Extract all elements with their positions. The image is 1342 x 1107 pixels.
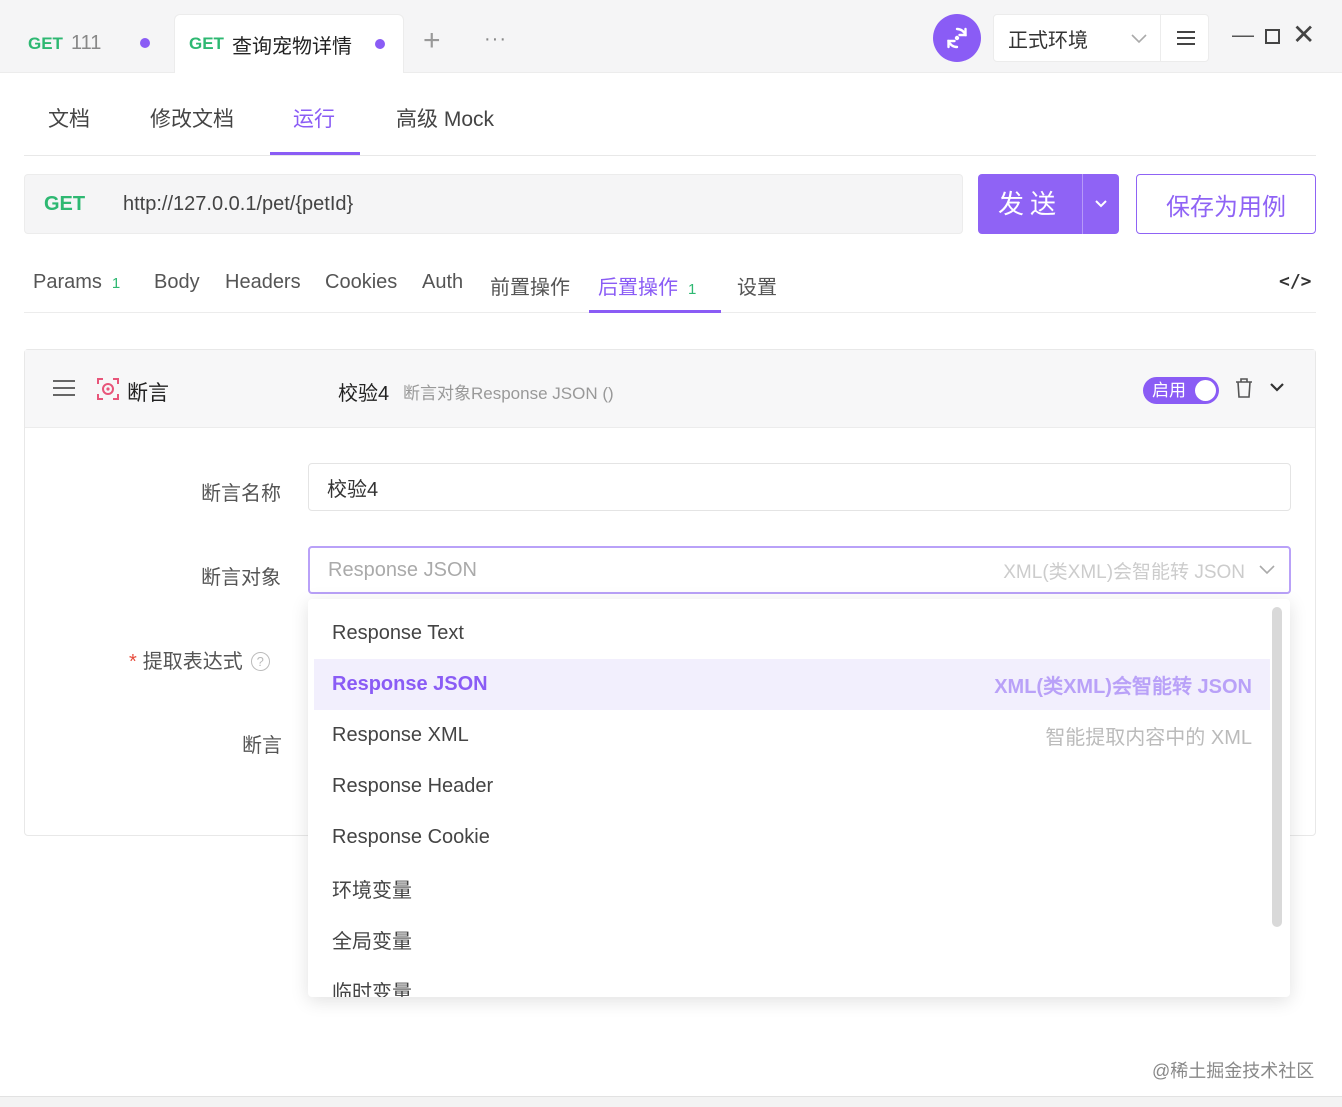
send-label: 发送 <box>978 174 1083 234</box>
assertion-card-header[interactable]: 断言 校验4 断言对象Response JSON () 启用 <box>25 350 1315 428</box>
option-label: Response Cookie <box>332 826 490 848</box>
option-label: 环境变量 <box>332 880 412 902</box>
assertion-name-input[interactable]: 校验4 <box>308 463 1291 511</box>
assertion-target-icon <box>97 378 119 400</box>
assertion-target-hint: XML(类XML)会智能转 JSON <box>1003 561 1245 583</box>
method-select[interactable]: GET <box>44 193 123 216</box>
send-button[interactable]: 发送 <box>978 174 1119 234</box>
doc-sub-tabs: 文档 修改文档 运行 高级 Mock <box>24 73 1316 156</box>
chevron-down-icon <box>1119 28 1159 49</box>
assert-label: 断言 <box>242 735 282 757</box>
active-subtab-indicator <box>270 152 360 155</box>
assertion-target-value: Response JSON <box>328 558 477 581</box>
url-input[interactable]: http://127.0.0.1/pet/{petId} <box>123 193 353 216</box>
assertion-name: 校验4 <box>338 383 390 405</box>
option-label: Response XML <box>332 724 469 746</box>
tab-pre-operations[interactable]: 前置操作 <box>490 271 570 300</box>
tab-title: 查询宠物详情 <box>231 35 352 58</box>
extract-expression-text: 提取表达式 <box>142 651 243 673</box>
required-mark: * <box>129 651 137 673</box>
maximize-icon[interactable] <box>1265 29 1280 44</box>
app-window: GET 111 GET 查询宠物详情 + ··· 正式环境 — ✕ 文档 修改文… <box>0 0 1342 1107</box>
chevron-down-icon[interactable] <box>1269 378 1285 398</box>
assertion-name-value: 校验4 <box>327 478 379 501</box>
subtab-edit-doc[interactable]: 修改文档 <box>150 103 234 133</box>
assertion-target-select[interactable]: Response JSON XML(类XML)会智能转 JSON <box>308 546 1291 594</box>
tab-title: 111 <box>70 32 102 54</box>
tab-params[interactable]: Params 1 <box>33 271 120 294</box>
add-tab-icon[interactable]: + <box>423 26 441 56</box>
dropdown-option[interactable]: 全局变量 <box>314 914 1270 965</box>
toggle-knob <box>1195 380 1216 401</box>
url-bar[interactable]: GET http://127.0.0.1/pet/{petId} <box>24 174 963 234</box>
chevron-down-icon[interactable] <box>1083 195 1119 213</box>
count-badge: 1 <box>111 275 121 292</box>
tab-method: GET <box>28 33 63 53</box>
tab-request-pet-detail[interactable]: GET 查询宠物详情 <box>174 14 404 73</box>
active-tab-indicator <box>589 310 721 313</box>
watermark: @稀土掘金技术社区 <box>1152 1061 1315 1081</box>
option-label: Response Text <box>332 622 464 644</box>
unsaved-dot-icon <box>140 38 150 48</box>
subtab-doc[interactable]: 文档 <box>48 103 90 133</box>
sync-icon[interactable] <box>933 14 981 62</box>
option-label: 临时变量 <box>332 982 412 997</box>
subtab-run[interactable]: 运行 <box>293 103 335 133</box>
drag-handle-icon[interactable] <box>53 380 75 396</box>
tab-bar: GET 111 GET 查询宠物详情 + ··· 正式环境 — ✕ <box>0 0 1342 73</box>
close-icon[interactable]: ✕ <box>1292 20 1315 50</box>
assertion-summary: 断言对象Response JSON () <box>403 384 614 403</box>
dropdown-option[interactable]: 临时变量 <box>314 965 1270 997</box>
dropdown-option[interactable]: Response Text <box>314 608 1270 659</box>
tab-post-operations[interactable]: 后置操作 1 <box>598 271 696 300</box>
tab-label: 后置操作 <box>598 277 678 299</box>
option-hint: 智能提取内容中的 XML <box>1045 727 1252 749</box>
extract-expression-label: * 提取表达式? <box>129 645 270 674</box>
more-tabs-icon[interactable]: ··· <box>484 28 507 51</box>
tab-method: GET <box>189 34 224 53</box>
status-bar <box>0 1096 1342 1107</box>
subtab-advanced-mock[interactable]: 高级 Mock <box>396 103 494 133</box>
dropdown-option[interactable]: Response Cookie <box>314 812 1270 863</box>
option-hint: XML(类XML)会智能转 JSON <box>994 676 1252 698</box>
assertion-name-label: 断言名称 <box>201 483 281 505</box>
enable-toggle[interactable]: 启用 <box>1143 377 1219 404</box>
tab-label: Params <box>33 271 102 293</box>
environment-menu-icon[interactable] <box>1160 15 1210 61</box>
dropdown-scrollbar[interactable] <box>1272 607 1282 927</box>
help-icon[interactable]: ? <box>250 652 270 671</box>
assertion-type-label: 断言 <box>127 382 169 405</box>
request-tabs: Params 1 Body Headers Cookies Auth 前置操作 后… <box>24 252 1316 313</box>
dropdown-option[interactable]: Response XML 智能提取内容中的 XML <box>314 710 1270 761</box>
chevron-down-icon <box>1259 565 1275 575</box>
tab-headers[interactable]: Headers <box>225 271 301 294</box>
tab-auth[interactable]: Auth <box>422 271 463 294</box>
option-label: Response Header <box>332 775 494 797</box>
option-label: Response JSON <box>332 673 488 695</box>
assertion-target-dropdown: Response Text Response JSON XML(类XML)会智能… <box>308 599 1290 997</box>
tab-request-111[interactable]: GET 111 <box>28 14 168 73</box>
unsaved-dot-icon <box>375 39 385 49</box>
dropdown-option[interactable]: 环境变量 <box>314 863 1270 914</box>
dropdown-option[interactable]: Response Header <box>314 761 1270 812</box>
save-as-case-button[interactable]: 保存为用例 <box>1136 174 1316 234</box>
count-badge: 1 <box>688 281 697 298</box>
tab-cookies[interactable]: Cookies <box>325 271 397 294</box>
option-label: 全局变量 <box>332 931 412 953</box>
dropdown-option-selected[interactable]: Response JSON XML(类XML)会智能转 JSON <box>314 659 1270 710</box>
code-icon[interactable]: </> <box>1279 271 1312 292</box>
toggle-label: 启用 <box>1152 381 1186 400</box>
tab-settings[interactable]: 设置 <box>737 271 777 300</box>
minimize-icon[interactable]: — <box>1232 22 1254 48</box>
environment-select[interactable]: 正式环境 <box>993 14 1209 62</box>
trash-icon[interactable] <box>1234 377 1254 399</box>
assertion-target-label: 断言对象 <box>201 567 281 589</box>
tab-body[interactable]: Body <box>154 271 200 294</box>
environment-label: 正式环境 <box>1008 29 1088 52</box>
